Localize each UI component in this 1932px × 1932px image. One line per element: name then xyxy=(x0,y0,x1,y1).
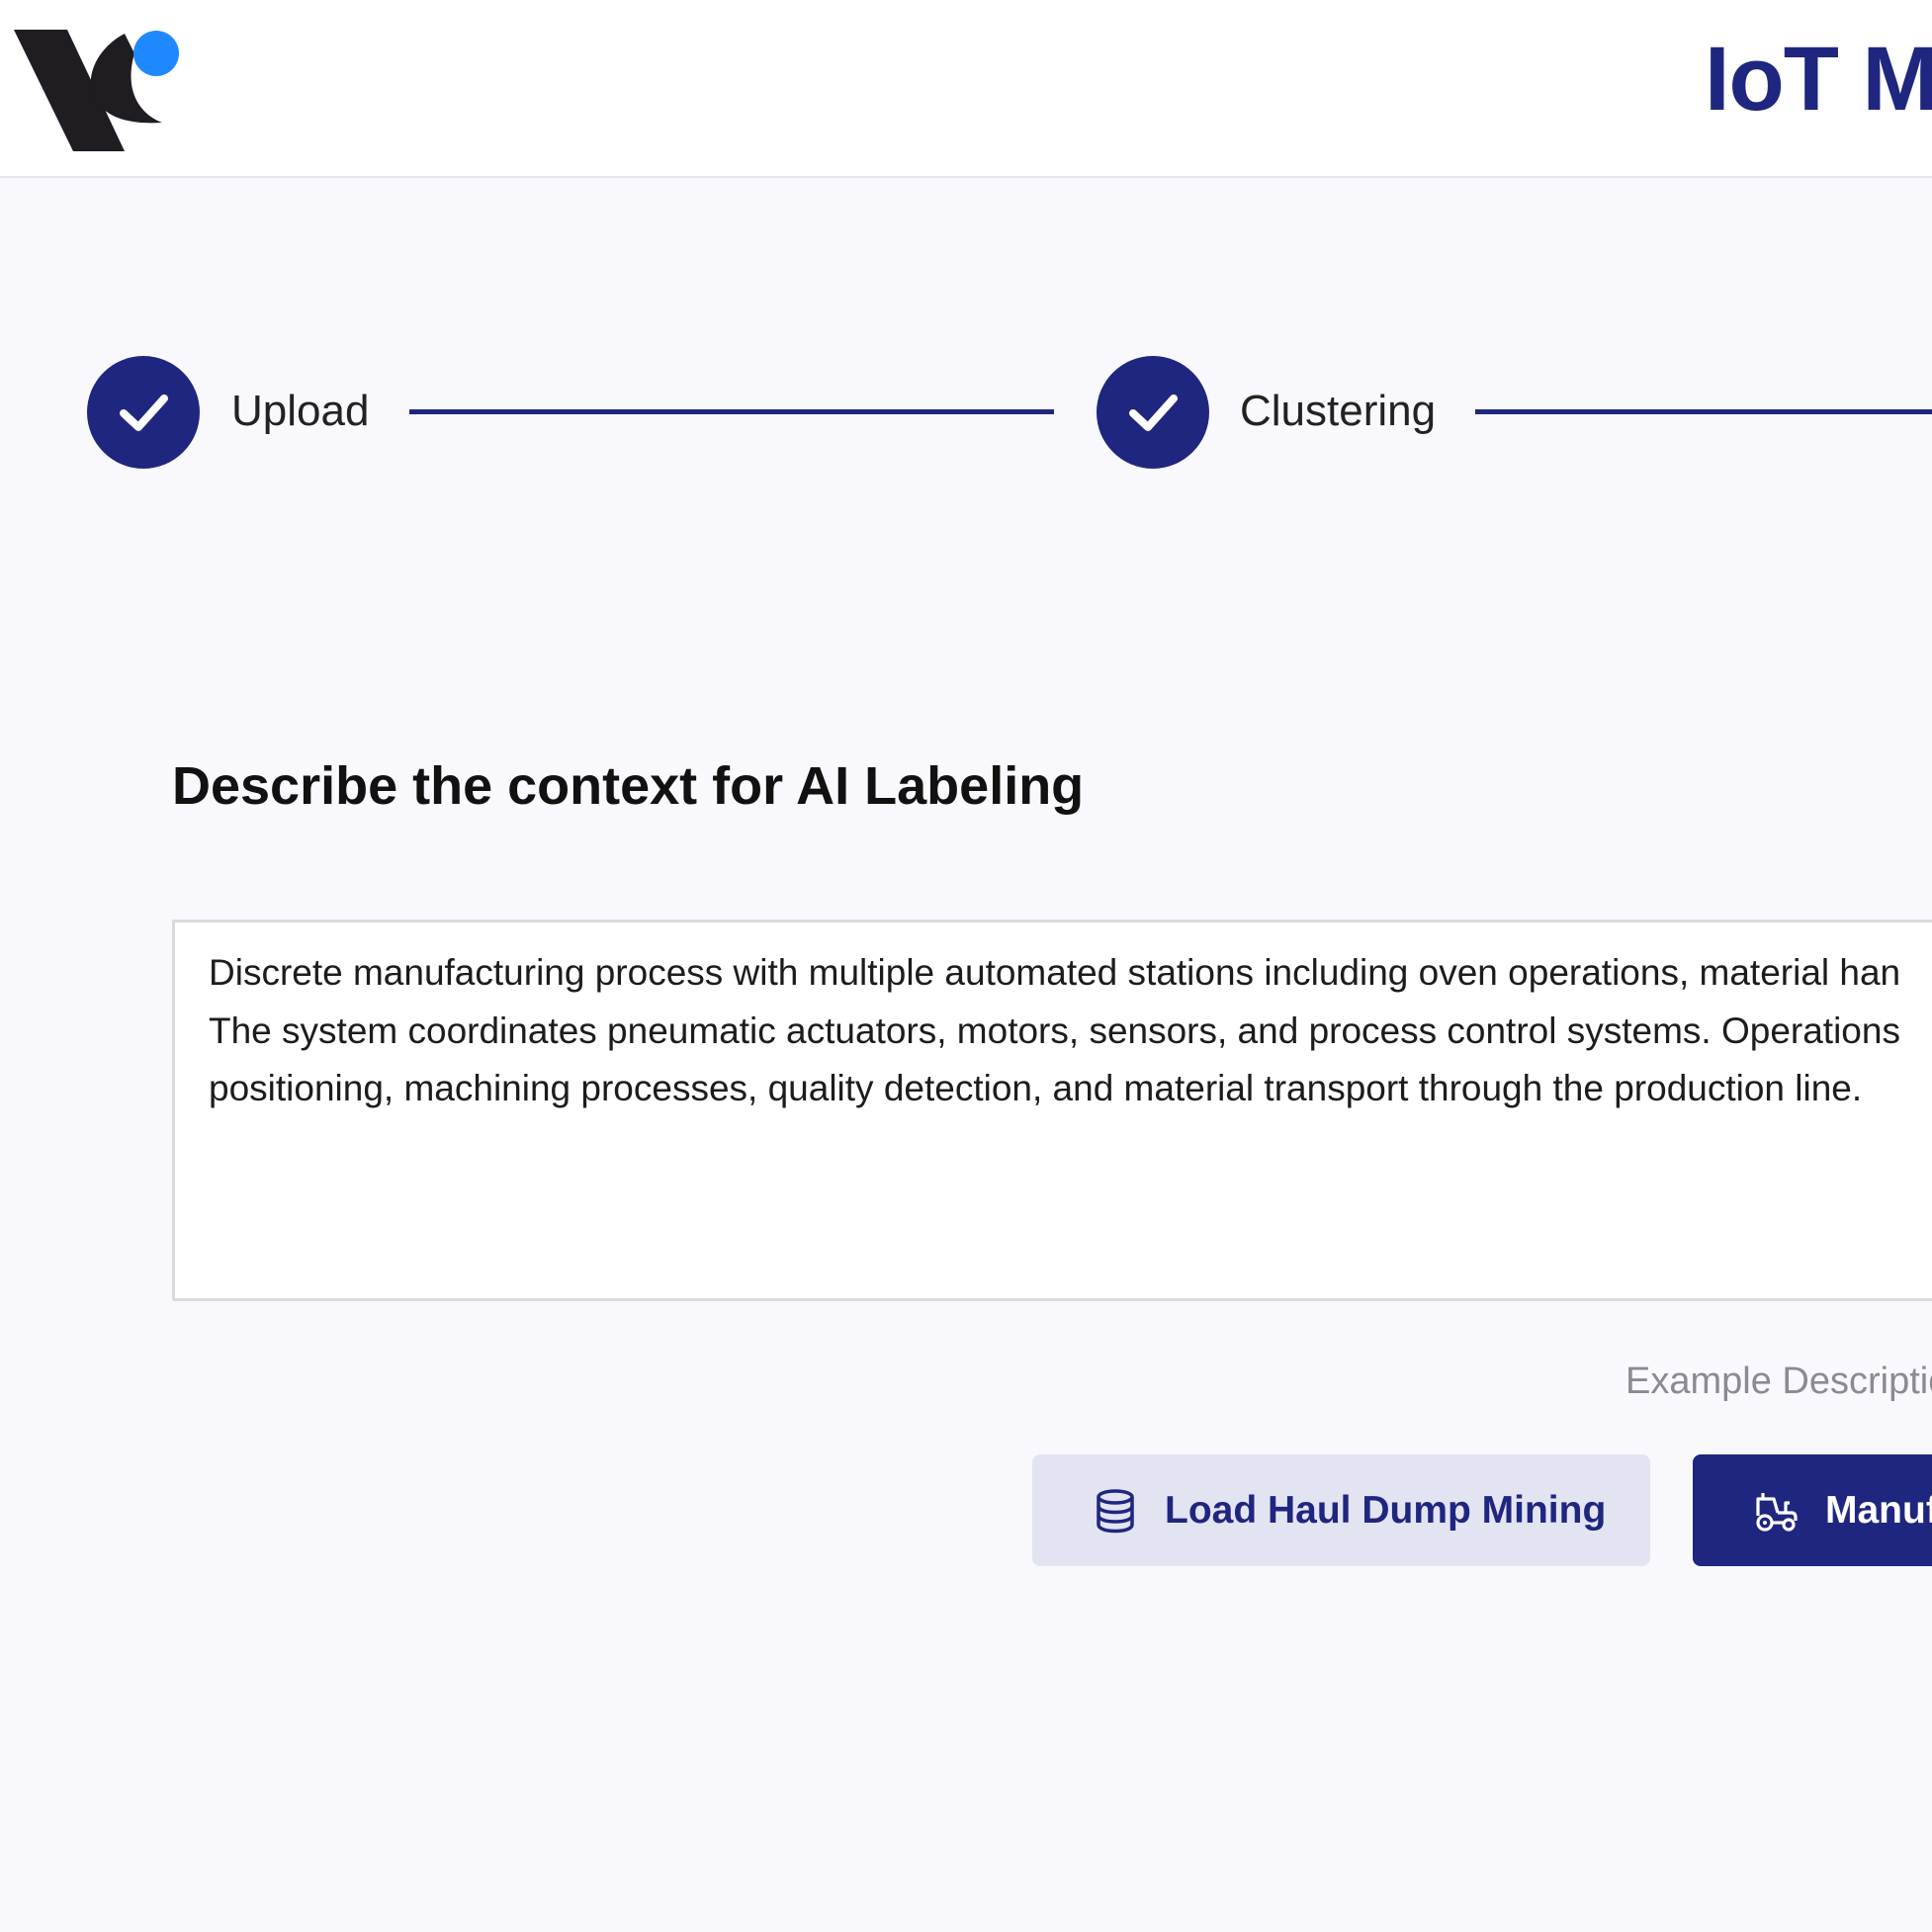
app-title: IoT M xyxy=(1705,29,1932,130)
step-clustering-indicator xyxy=(1097,356,1209,469)
manufacturing-button[interactable]: Manuf xyxy=(1693,1454,1932,1566)
company-logo[interactable] xyxy=(14,28,182,156)
section-heading: Describe the context for AI Labeling xyxy=(172,756,1085,816)
step-connector xyxy=(409,409,1054,414)
step-upload-label: Upload xyxy=(231,387,370,435)
check-icon xyxy=(1129,395,1178,431)
context-textarea[interactable]: Discrete manufacturing process with mult… xyxy=(172,920,1932,1301)
page: IoT M Upload Clustering Describe the con… xyxy=(0,0,1932,1932)
database-icon xyxy=(1092,1487,1139,1535)
context-line: positioning, machining processes, qualit… xyxy=(209,1068,1863,1108)
load-haul-dump-mining-button[interactable]: Load Haul Dump Mining xyxy=(1032,1454,1650,1566)
step-upload-indicator xyxy=(87,356,200,469)
tractor-icon xyxy=(1752,1487,1800,1535)
button-label: Manuf xyxy=(1825,1488,1932,1532)
button-label: Load Haul Dump Mining xyxy=(1165,1488,1607,1532)
example-descriptions-label: Example Descriptio xyxy=(1625,1361,1932,1402)
context-line: Discrete manufacturing process with mult… xyxy=(209,952,1901,993)
step-clustering-label: Clustering xyxy=(1240,387,1437,435)
context-text: Discrete manufacturing process with mult… xyxy=(209,944,1932,1118)
context-line: The system coordinates pneumatic actuato… xyxy=(209,1010,1900,1051)
step-connector xyxy=(1475,409,1932,414)
check-icon xyxy=(120,395,168,431)
header: IoT M xyxy=(0,0,1932,178)
